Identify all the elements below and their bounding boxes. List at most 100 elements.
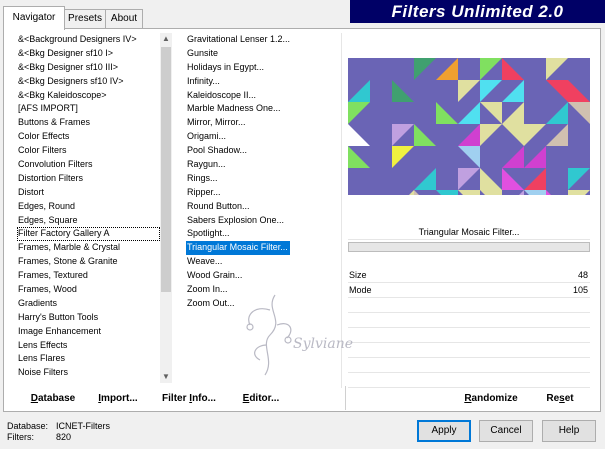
filter-item[interactable]: Mirror, Mirror...	[186, 116, 248, 130]
filters-count-value: 820	[56, 432, 72, 442]
watermark-text: Sylviane	[293, 336, 354, 352]
param-label: Mode	[349, 285, 372, 295]
apply-button[interactable]: Apply	[417, 420, 471, 442]
filter-item[interactable]: Origami...	[186, 130, 228, 144]
category-item[interactable]: &<Background Designers IV>	[17, 33, 160, 47]
filter-item-row: Gravitational Lenser 1.2...	[186, 33, 336, 47]
category-item[interactable]: &<Bkg Designers sf10 IV>	[17, 75, 160, 89]
filter-preview	[348, 58, 590, 195]
filter-item[interactable]: Infinity...	[186, 75, 222, 89]
category-item[interactable]: Color Effects	[17, 130, 160, 144]
category-item[interactable]: Distortion Filters	[17, 172, 160, 186]
category-item[interactable]: Image Enhancement	[17, 325, 160, 339]
toolbar-divider	[345, 386, 346, 410]
tab-about[interactable]: About	[105, 9, 143, 29]
category-item[interactable]: &<Bkg Kaleidoscope>	[17, 89, 160, 103]
param-value: 48	[577, 270, 588, 280]
filter-item[interactable]: Marble Madness One...	[186, 102, 283, 116]
filter-name-label: Triangular Mosaic Filter...	[348, 224, 590, 240]
import-button[interactable]: Import...	[92, 390, 144, 408]
filter-item-row: Pool Shadow...	[186, 144, 336, 158]
filters-count-label: Filters:	[7, 432, 34, 442]
category-list[interactable]: &<Background Designers IV> &<Bkg Designer…	[17, 33, 160, 383]
filter-item-row: Rings...	[186, 172, 336, 186]
filter-item[interactable]: Gunsite	[186, 47, 220, 61]
tab-navigator[interactable]: Navigator	[3, 6, 65, 30]
randomize-button[interactable]: Randomize	[455, 390, 527, 408]
database-value: ICNET-Filters	[56, 421, 110, 431]
filter-item[interactable]: Triangular Mosaic Filter...	[186, 241, 290, 256]
flourish-icon	[246, 294, 292, 376]
preview-mosaic	[348, 58, 590, 195]
param-row-empty	[348, 343, 590, 358]
filter-item[interactable]: Weave...	[186, 255, 224, 269]
filter-item-row: Triangular Mosaic Filter...	[186, 241, 336, 256]
filter-item[interactable]: Sabers Explosion One...	[186, 214, 286, 228]
category-item[interactable]: Color Filters	[17, 144, 160, 158]
category-item[interactable]: Frames, Textured	[17, 269, 160, 283]
category-item[interactable]: Frames, Marble & Crystal	[17, 241, 160, 255]
category-item[interactable]: Edges, Square	[17, 214, 160, 228]
category-scrollbar[interactable]: ▲ ▼	[160, 33, 172, 383]
editor-button[interactable]: Editor...	[236, 390, 286, 408]
category-item[interactable]: Buttons & Frames	[17, 116, 160, 130]
param-label: Size	[349, 270, 367, 280]
category-item[interactable]: Harry's Button Tools	[17, 311, 160, 325]
param-row-mode[interactable]: Mode 105	[348, 283, 590, 298]
filter-item[interactable]: Spotlight...	[186, 227, 232, 241]
filter-item[interactable]: Rings...	[186, 172, 220, 186]
filter-item-row: Weave...	[186, 255, 336, 269]
filter-item-row: Raygun...	[186, 158, 336, 172]
help-button[interactable]: Help	[542, 420, 596, 442]
filter-item[interactable]: Wood Grain...	[186, 269, 244, 283]
category-item[interactable]: [AFS IMPORT]	[17, 102, 160, 116]
category-item[interactable]: Edges, Round	[17, 200, 160, 214]
scroll-up-arrow-icon[interactable]: ▲	[160, 33, 172, 45]
filter-item[interactable]: Kaleidoscope II...	[186, 89, 258, 103]
filter-item-row: Mirror, Mirror...	[186, 116, 336, 130]
category-item[interactable]: Frames, Stone & Granite	[17, 255, 160, 269]
param-row-empty	[348, 373, 590, 388]
filter-item-row: Gunsite	[186, 47, 336, 61]
param-row-empty	[348, 298, 590, 313]
watermark: Sylviane	[215, 290, 353, 380]
category-item[interactable]: Lens Effects	[17, 339, 160, 353]
param-row-empty	[348, 313, 590, 328]
scroll-thumb[interactable]	[161, 47, 171, 292]
category-item[interactable]: &<Bkg Designer sf10 III>	[17, 61, 160, 75]
filter-item[interactable]: Gravitational Lenser 1.2...	[186, 33, 292, 47]
filter-item-row: Marble Madness One...	[186, 102, 336, 116]
category-item[interactable]: Convolution Filters	[17, 158, 160, 172]
cancel-button[interactable]: Cancel	[479, 420, 533, 442]
param-row-size[interactable]: Size 48	[348, 268, 590, 283]
filter-item-row: Kaleidoscope II...	[186, 89, 336, 103]
tab-presets[interactable]: Presets	[63, 9, 107, 29]
category-item[interactable]: Distort	[17, 186, 160, 200]
filter-list[interactable]: Gravitational Lenser 1.2... Gunsite Holida…	[186, 33, 336, 318]
category-item[interactable]: Lens Flares	[17, 352, 160, 366]
filter-item-row: Sabers Explosion One...	[186, 214, 336, 228]
filter-item-row: Ripper...	[186, 186, 336, 200]
filter-item-row: Origami...	[186, 130, 336, 144]
filter-item[interactable]: Pool Shadow...	[186, 144, 249, 158]
filter-item-row: Infinity...	[186, 75, 336, 89]
filter-item[interactable]: Round Button...	[186, 200, 252, 214]
category-item[interactable]: Noise Filters	[17, 366, 160, 380]
filter-item-row: Holidays in Egypt...	[186, 61, 336, 75]
param-row-empty	[348, 328, 590, 343]
category-item[interactable]: Filter Factory Gallery A	[17, 227, 160, 242]
category-item[interactable]: Gradients	[17, 297, 160, 311]
reset-button[interactable]: Reset	[538, 390, 582, 408]
filter-item-row: Spotlight...	[186, 227, 336, 241]
param-row-empty	[348, 358, 590, 373]
filter-item-row: Round Button...	[186, 200, 336, 214]
scroll-down-arrow-icon[interactable]: ▼	[160, 371, 172, 383]
filter-item[interactable]: Raygun...	[186, 158, 228, 172]
filter-item[interactable]: Holidays in Egypt...	[186, 61, 266, 75]
filter-info-button[interactable]: Filter Info...	[157, 390, 221, 408]
category-item[interactable]: &<Bkg Designer sf10 I>	[17, 47, 160, 61]
param-value: 105	[572, 285, 588, 295]
category-item[interactable]: Frames, Wood	[17, 283, 160, 297]
filter-item[interactable]: Ripper...	[186, 186, 223, 200]
database-button[interactable]: Database	[20, 390, 86, 408]
